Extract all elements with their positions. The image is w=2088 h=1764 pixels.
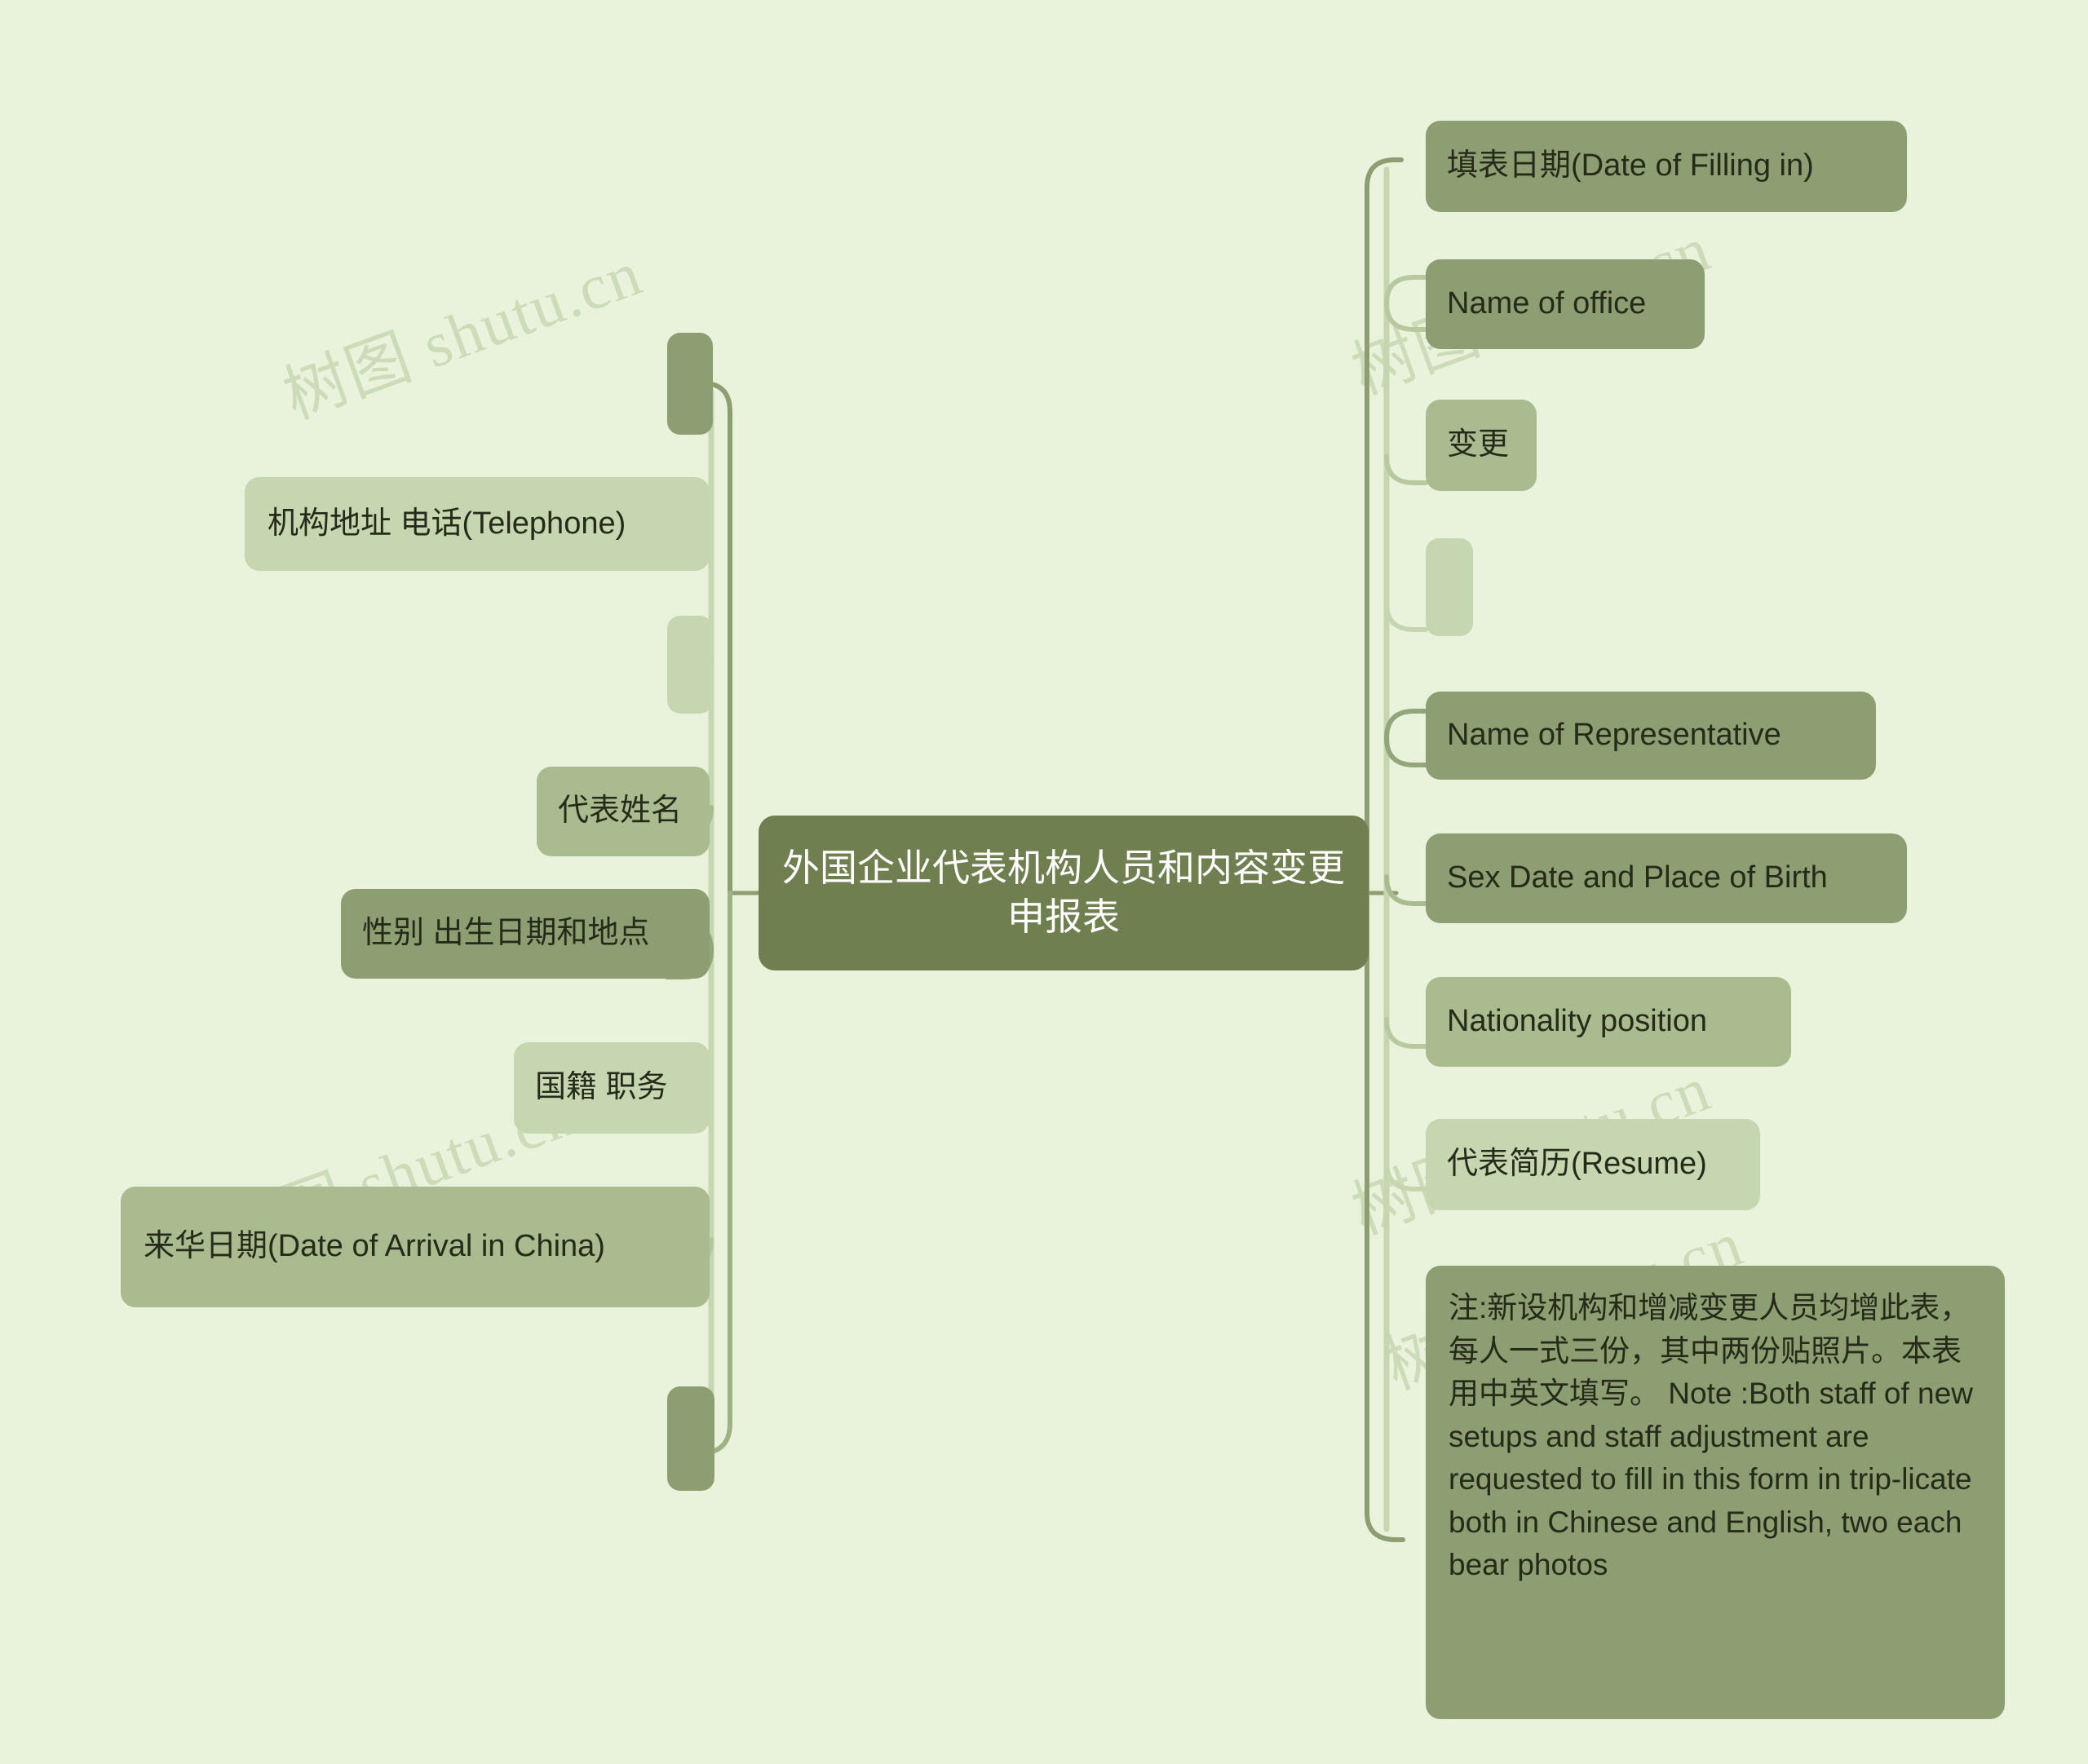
left-node-nationality-position[interactable]: 国籍 职务	[514, 1042, 710, 1134]
left-node-7[interactable]	[667, 1386, 714, 1491]
left-node-arrival-date[interactable]: 来华日期(Date of Arrival in China)	[121, 1187, 710, 1307]
left-node-telephone[interactable]: 机构地址 电话(Telephone)	[245, 477, 710, 571]
right-node-0-label: 填表日期(Date of Filling in)	[1447, 148, 1814, 183]
right-node-3[interactable]	[1426, 538, 1473, 636]
right-node-8-label: 注:新设机构和增减变更人员均增此表，每人一式三份，其中两份贴照片。本表用中英文填…	[1449, 1291, 1982, 1582]
left-node-0[interactable]	[667, 333, 713, 435]
left-node-4-label: 性别 出生日期和地点	[362, 916, 650, 951]
right-node-5-label: Sex Date and Place of Birth	[1447, 860, 1828, 895]
right-node-filling-date[interactable]: 填表日期(Date of Filling in)	[1426, 121, 1907, 212]
mindmap-canvas: 树图 shutu.cn 树图 shutu.cn 树图 shutu.cn 树图 s…	[0, 0, 2088, 1764]
right-node-office-name[interactable]: Name of office	[1426, 259, 1705, 349]
right-node-2-label: 变更	[1447, 427, 1510, 462]
right-node-note[interactable]: 注:新设机构和增减变更人员均增此表，每人一式三份，其中两份贴照片。本表用中英文填…	[1426, 1266, 2005, 1719]
root-node-label: 外国企业代表机构人员和内容变更申报表	[782, 847, 1345, 938]
left-node-6-label: 来华日期(Date of Arrival in China)	[144, 1229, 605, 1264]
right-node-sex-birth[interactable]: Sex Date and Place of Birth	[1426, 833, 1907, 923]
right-node-representative-name[interactable]: Name of Representative	[1426, 692, 1876, 780]
right-node-6-label: Nationality position	[1447, 1004, 1707, 1039]
right-node-change[interactable]: 变更	[1426, 400, 1537, 491]
right-node-resume[interactable]: 代表简历(Resume)	[1426, 1119, 1760, 1210]
right-node-1-label: Name of office	[1447, 286, 1647, 321]
right-node-nationality-position[interactable]: Nationality position	[1426, 977, 1791, 1067]
left-node-1-label: 机构地址 电话(Telephone)	[268, 506, 626, 541]
left-node-3-label: 代表姓名	[558, 794, 683, 829]
right-node-7-label: 代表简历(Resume)	[1447, 1147, 1707, 1182]
left-node-5-label: 国籍 职务	[535, 1070, 668, 1105]
root-node[interactable]: 外国企业代表机构人员和内容变更申报表	[759, 816, 1369, 970]
left-node-representative-name[interactable]: 代表姓名	[537, 767, 710, 856]
right-node-4-label: Name of Representative	[1447, 718, 1781, 753]
left-node-2[interactable]	[667, 616, 713, 714]
left-node-sex-birth[interactable]: 性别 出生日期和地点	[341, 889, 710, 979]
